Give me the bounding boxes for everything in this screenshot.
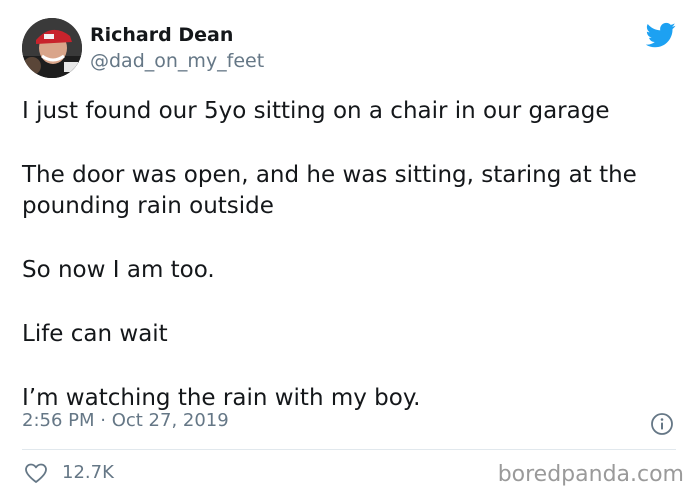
divider — [22, 449, 676, 450]
tweet-body: I just found our 5yo sitting on a chair … — [22, 96, 682, 447]
tweet-header: Richard Dean @dad_on_my_feet — [22, 18, 682, 80]
avatar[interactable] — [22, 18, 82, 78]
tweet-paragraph: I just found our 5yo sitting on a chair … — [22, 98, 610, 124]
info-icon[interactable] — [650, 412, 674, 436]
avatar-photo — [22, 18, 82, 78]
tweet-timestamp[interactable]: 2:56 PM · Oct 27, 2019 — [22, 410, 229, 431]
like-count[interactable]: 12.7K — [62, 462, 114, 483]
author-handle[interactable]: @dad_on_my_feet — [90, 50, 264, 72]
watermark: boredpanda.com — [497, 462, 684, 487]
twitter-bird-icon[interactable] — [646, 20, 676, 50]
tweet-paragraph: The door was open, and he was sitting, s… — [22, 162, 637, 219]
heart-icon[interactable] — [24, 462, 48, 484]
tweet-paragraph: So now I am too. — [22, 257, 215, 283]
author-name[interactable]: Richard Dean — [90, 24, 233, 46]
tweet-paragraph: Life can wait — [22, 321, 168, 347]
